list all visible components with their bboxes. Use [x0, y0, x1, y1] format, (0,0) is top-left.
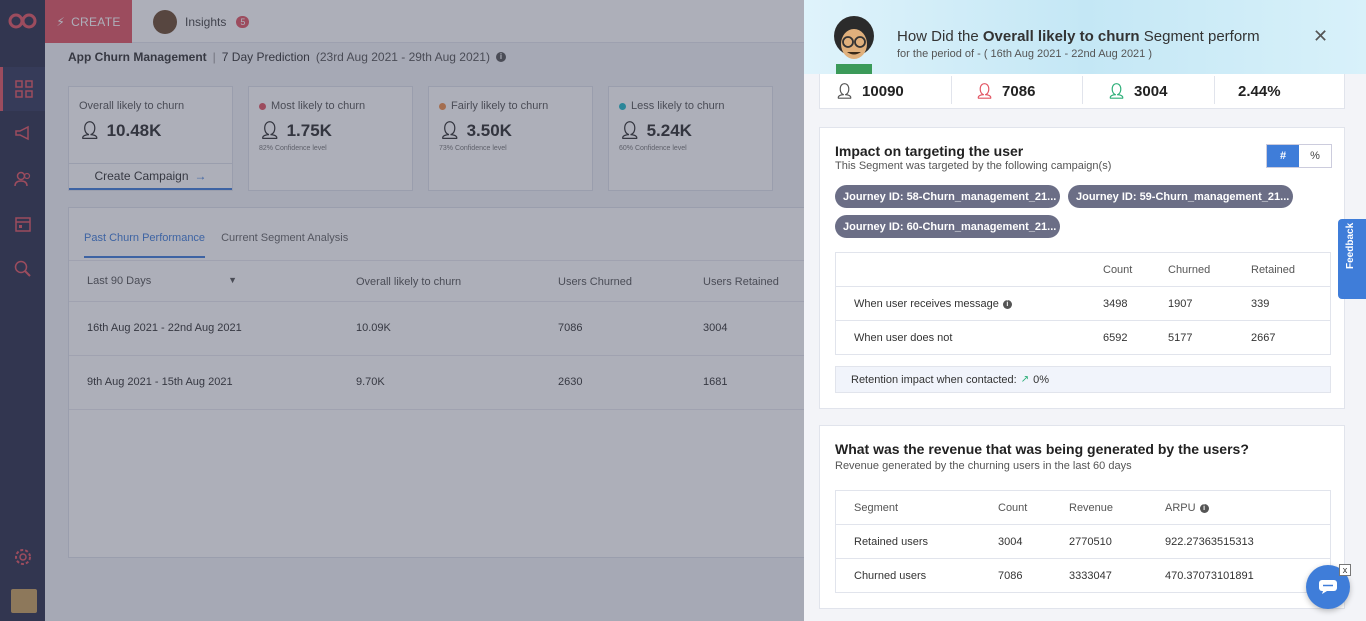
impact-title: Impact on targeting the user — [835, 143, 1024, 159]
impact-table: Count Churned Retained When user receive… — [835, 252, 1331, 355]
info-icon[interactable]: i — [1002, 299, 1012, 309]
count-percent-toggle: # % — [1266, 144, 1332, 168]
revenue-section: What was the revenue that was being gene… — [819, 425, 1345, 609]
retention-value: 0% — [1033, 373, 1050, 386]
revenue-table-header: Segment Count Revenue ARPU i — [836, 491, 1330, 525]
segment-stats-bar: 👤︎ 10090 👤︎ 7086 👤︎ 3004 2.44% — [819, 74, 1345, 109]
modal-backdrop[interactable] — [0, 0, 804, 621]
user-churned-icon: 👤︎ — [975, 83, 995, 100]
chat-bubble-icon — [1319, 580, 1337, 594]
arrow-up-right-icon: ↗ — [1020, 374, 1030, 385]
revenue-table: Segment Count Revenue ARPU i Retained us… — [835, 490, 1331, 593]
stat-total: 10090 — [862, 82, 904, 100]
feedback-tab[interactable]: Feedback — [1338, 219, 1366, 299]
campaign-chip[interactable]: Journey ID: 58-Churn_management_21... — [835, 185, 1060, 208]
panel-period: for the period of - ( 16th Aug 2021 - 22… — [897, 48, 1153, 60]
impact-subtitle: This Segment was targeted by the followi… — [835, 160, 1112, 172]
panel-question: How Did the Overall likely to churn Segm… — [897, 28, 1260, 45]
close-icon[interactable]: ✕ — [1313, 26, 1328, 47]
revenue-title: What was the revenue that was being gene… — [835, 441, 1249, 457]
mascot-avatar-icon — [834, 16, 874, 74]
segment-performance-panel: 👤︎ 10090 👤︎ 7086 👤︎ 3004 2.44% How Did t… — [804, 0, 1366, 621]
panel-header: How Did the Overall likely to churn Segm… — [804, 0, 1366, 74]
impact-section: Impact on targeting the user This Segmen… — [819, 127, 1345, 409]
stat-retained: 3004 — [1134, 82, 1168, 100]
table-row: When user receives message i 3498 1907 3… — [836, 287, 1330, 321]
table-row: When user does not 6592 5177 2667 — [854, 332, 1276, 344]
campaign-chip[interactable]: Journey ID: 60-Churn_management_21... — [835, 215, 1060, 238]
impact-table-header: Count Churned Retained — [836, 253, 1330, 287]
user-retained-icon: 👤︎ — [1107, 83, 1127, 100]
table-row: Retained users 3004 2770510 922.27363515… — [836, 525, 1330, 559]
toggle-count-button[interactable]: # — [1267, 145, 1299, 167]
chat-close-icon[interactable]: x — [1339, 564, 1351, 576]
toggle-percent-button[interactable]: % — [1299, 145, 1331, 167]
campaign-chip[interactable]: Journey ID: 59-Churn_management_21... — [1068, 185, 1293, 208]
feedback-label: Feedback — [1345, 222, 1356, 269]
table-row: Churned users 7086 3333047 470.370731018… — [854, 570, 1254, 582]
retention-label: Retention impact when contacted: — [851, 373, 1017, 386]
retention-impact: Retention impact when contacted: ↗ 0% — [835, 366, 1331, 393]
revenue-subtitle: Revenue generated by the churning users … — [835, 460, 1132, 472]
stat-churned: 7086 — [1002, 82, 1036, 100]
stat-rate: 2.44% — [1238, 82, 1281, 100]
user-grey-icon: 👤︎ — [835, 83, 855, 100]
info-icon[interactable]: i — [1199, 503, 1209, 513]
